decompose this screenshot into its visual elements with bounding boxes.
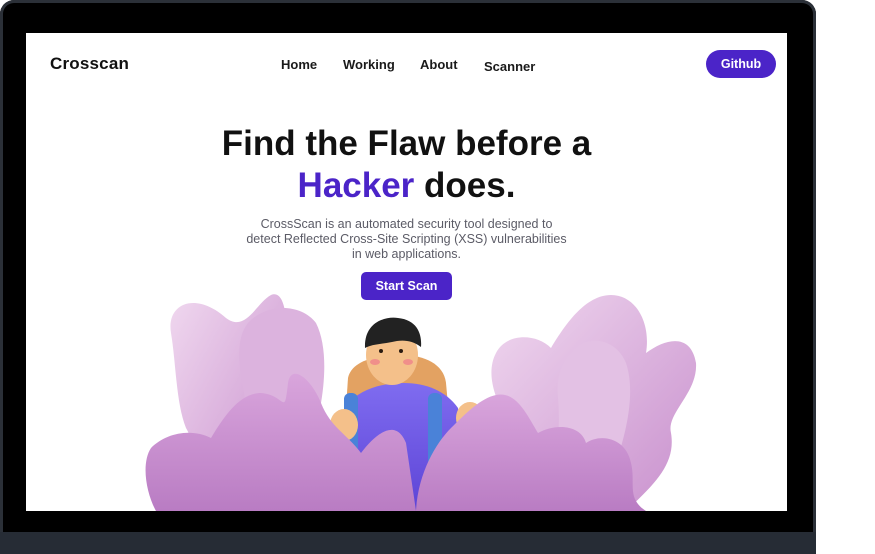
backpack bbox=[344, 355, 451, 438]
character-hand-left bbox=[330, 409, 358, 441]
character-hand-right bbox=[456, 402, 484, 434]
nav-scanner-link[interactable]: Scanner bbox=[484, 59, 535, 74]
nav-home-link[interactable]: Home bbox=[281, 57, 317, 72]
strap-left bbox=[344, 393, 358, 473]
main-nav: Home Working About Scanner bbox=[26, 57, 787, 77]
character-hair bbox=[364, 317, 422, 348]
character-face bbox=[366, 325, 418, 385]
character-eye-left bbox=[379, 349, 383, 353]
nav-about-link[interactable]: About bbox=[420, 57, 458, 72]
hero-description: CrossScan is an automated security tool … bbox=[246, 217, 567, 261]
character-eye-right bbox=[399, 349, 403, 353]
character-body bbox=[338, 383, 466, 511]
hero-title-accent: Hacker bbox=[297, 166, 415, 205]
start-scan-button[interactable]: Start Scan bbox=[361, 272, 452, 300]
strap-right bbox=[428, 393, 442, 473]
front-right-blob bbox=[416, 394, 646, 511]
hero-title-line1: Find the Flaw before a bbox=[221, 124, 592, 163]
github-button[interactable]: Github bbox=[706, 50, 776, 78]
right-mid-blob bbox=[546, 340, 631, 511]
right-back-blob bbox=[491, 295, 697, 511]
left-mid-blob bbox=[226, 308, 325, 511]
laptop-base bbox=[0, 532, 816, 554]
hero-title-end: does. bbox=[414, 166, 516, 205]
hero-title: Find the Flaw before a Hacker does. bbox=[26, 123, 787, 207]
front-left-blob bbox=[145, 373, 417, 511]
character-cheek-left bbox=[370, 359, 380, 365]
nav-working-link[interactable]: Working bbox=[343, 57, 395, 72]
browser-viewport: Crosscan Home Working About Scanner Gith… bbox=[26, 33, 787, 511]
character-cheek-right bbox=[403, 359, 413, 365]
left-back-blob bbox=[170, 294, 287, 511]
